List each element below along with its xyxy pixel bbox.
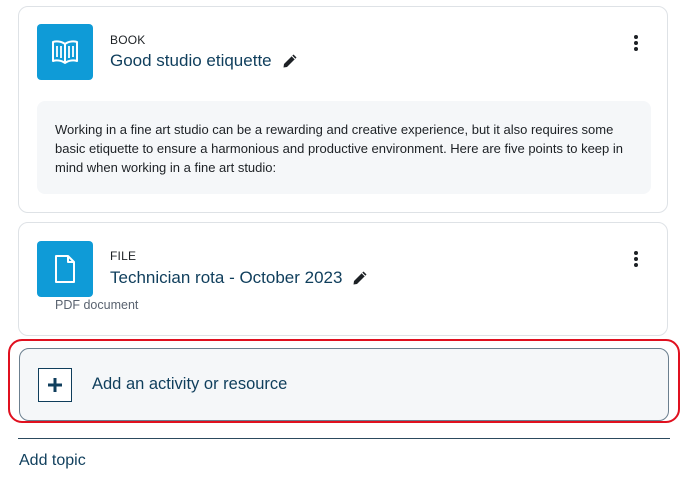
activity-description: Working in a fine art studio can be a re… [37,101,651,194]
plus-icon [38,367,72,402]
activity-type-label: FILE [110,249,137,263]
activity-title-link[interactable]: Technician rota - October 2023 [110,268,342,288]
add-activity-label: Add an activity or resource [92,375,288,393]
edit-pencil-icon[interactable] [282,53,298,69]
add-activity-button[interactable]: Add an activity or resource [19,348,669,421]
edit-pencil-icon[interactable] [352,270,368,286]
activity-card-book: BOOK Good studio etiquette Working in a … [18,6,668,213]
add-topic-link[interactable]: Add topic [19,452,86,470]
activity-type-label: BOOK [110,33,146,47]
divider [18,438,670,439]
more-options-icon[interactable] [633,251,639,267]
activity-card-file: FILE Technician rota - October 2023 PDF … [18,222,668,336]
more-options-icon[interactable] [633,35,639,51]
book-icon [37,24,93,80]
activity-title-link[interactable]: Good studio etiquette [110,51,272,71]
file-type-subtext: PDF document [55,298,139,312]
file-icon [37,241,93,297]
